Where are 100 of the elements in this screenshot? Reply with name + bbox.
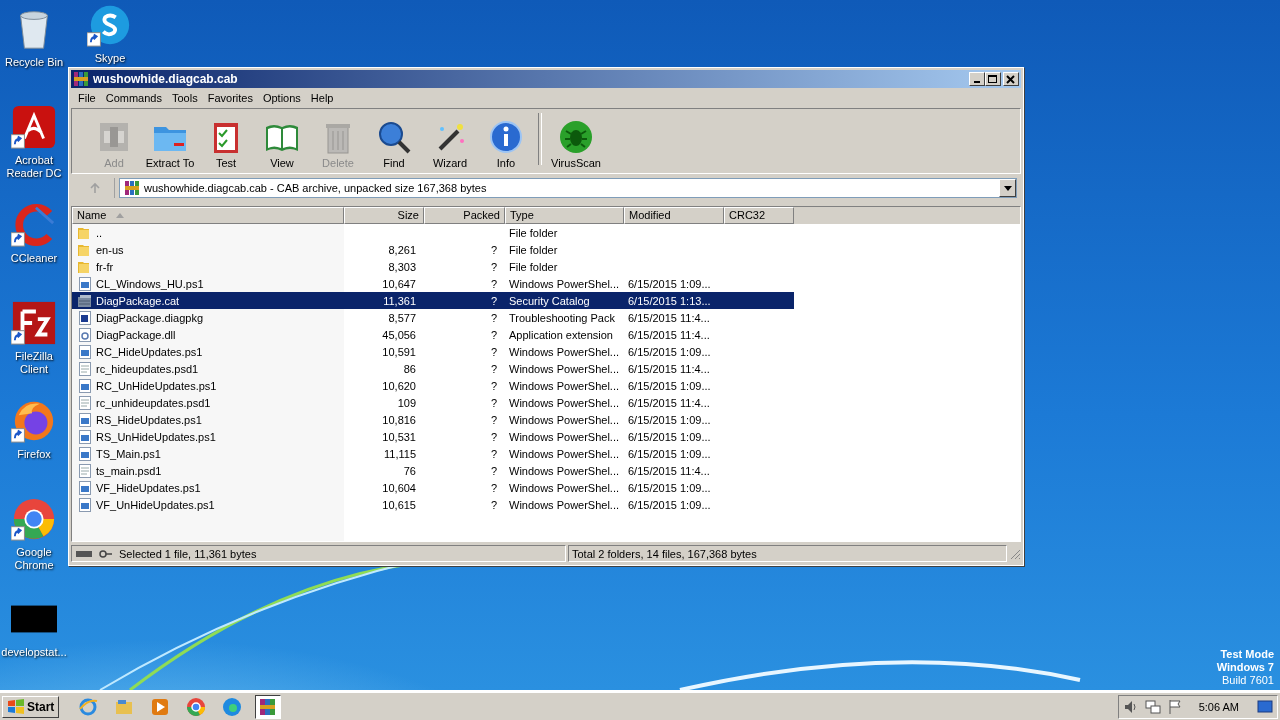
- file-row[interactable]: TS_Main.ps1 11,115 ? Windows PowerShel... 6/15/2015 1:09...: [72, 445, 794, 462]
- file-row[interactable]: .. File folder: [72, 224, 794, 241]
- file-row[interactable]: VF_UnHideUpdates.ps1 10,615 ? Windows PowerShel... 6/15/2015 1:09...: [72, 496, 794, 513]
- table-cell: 10,816: [382, 413, 416, 426]
- toolbar-button[interactable]: VirusScan: [548, 119, 604, 169]
- filezilla-icon[interactable]: [11, 300, 57, 346]
- file-name: CL_Windows_HU.ps1: [96, 277, 204, 290]
- file-row[interactable]: DiagPackage.dll 45,056 ? Application extension 6/15/2015 11:4...: [72, 326, 794, 343]
- table-cell: ?: [490, 328, 497, 341]
- chrome-icon[interactable]: [11, 496, 57, 542]
- file-row[interactable]: rc_hideupdates.psd1 86 ? Windows PowerShel... 6/15/2015 11:4...: [72, 360, 794, 377]
- minimize-button[interactable]: [969, 72, 985, 86]
- show-desktop-icon[interactable]: [1257, 699, 1273, 714]
- file-name: RS_HideUpdates.ps1: [96, 413, 202, 426]
- desktop-icon-label[interactable]: Firefox: [17, 448, 51, 461]
- file-icon: [77, 428, 93, 445]
- file-row[interactable]: RC_UnHideUpdates.ps1 10,620 ? Windows PowerShel... 6/15/2015 1:09...: [72, 377, 794, 394]
- file-row[interactable]: CL_Windows_HU.ps1 10,647 ? Windows PowerShel... 6/15/2015 1:09...: [72, 275, 794, 292]
- table-cell: 8,303: [388, 260, 416, 273]
- menu-item[interactable]: Options: [257, 92, 306, 104]
- file-name: VF_HideUpdates.ps1: [96, 481, 201, 494]
- file-name: rc_hideupdates.psd1: [96, 362, 199, 375]
- maximize-button[interactable]: [985, 72, 1001, 86]
- file-name: rc_unhideupdates.psd1: [96, 396, 211, 409]
- column-header[interactable]: Size: [344, 207, 424, 224]
- find-icon: [376, 119, 412, 155]
- table-cell: ?: [490, 277, 497, 290]
- file-icon: [77, 309, 93, 326]
- file-row[interactable]: DiagPackage.cat 11,361 ? Security Catalog 6/15/2015 1:13...: [72, 292, 794, 309]
- clock[interactable]: 5:06 AM: [1198, 700, 1239, 713]
- menu-item[interactable]: Favorites: [202, 92, 258, 104]
- table-cell: ?: [490, 430, 497, 443]
- flag-icon[interactable]: [1166, 698, 1183, 715]
- table-cell: Windows PowerShel...: [509, 498, 620, 511]
- network-icon[interactable]: [1144, 698, 1161, 715]
- table-cell: 6/15/2015 1:09...: [628, 430, 711, 443]
- column-header[interactable]: Modified: [624, 207, 724, 224]
- desktop-icon-label[interactable]: Acrobat Reader DC: [0, 154, 68, 180]
- toolbar-button[interactable]: Find: [366, 119, 422, 169]
- start-button[interactable]: Start: [2, 695, 60, 718]
- menu-item[interactable]: Commands: [100, 92, 167, 104]
- app-icon: [73, 71, 89, 87]
- table-cell: 10,604: [382, 481, 416, 494]
- menu-item[interactable]: Help: [305, 92, 339, 104]
- taskbar-app-button[interactable]: [255, 694, 282, 719]
- column-header[interactable]: Name: [72, 207, 344, 224]
- file-icon: [77, 343, 93, 360]
- toolbar-button[interactable]: Test: [198, 119, 254, 169]
- column-header[interactable]: CRC32: [724, 207, 794, 224]
- file-row[interactable]: DiagPackage.diagpkg 8,577 ? Troubleshooting Pack 6/15/2015 11:4...: [72, 309, 794, 326]
- acrobat-icon[interactable]: [11, 104, 57, 150]
- desktop-icon-label[interactable]: Recycle Bin: [4, 56, 64, 69]
- menu-item[interactable]: File: [73, 92, 101, 104]
- file-name: ts_main.psd1: [96, 464, 162, 477]
- desktop-icon-label[interactable]: Skype: [94, 52, 126, 65]
- column-header[interactable]: Packed: [424, 207, 505, 224]
- address-field[interactable]: wushowhide.diagcab.cab - CAB archive, unpacked size 167,368 bytes: [119, 178, 1017, 198]
- file-name: DiagPackage.diagpkg: [96, 311, 204, 324]
- table-cell: Windows PowerShel...: [509, 447, 620, 460]
- resize-grip-icon[interactable]: [1009, 547, 1021, 560]
- toolbar-button[interactable]: Wizard: [422, 119, 478, 169]
- file-row[interactable]: ts_main.psd1 76 ? Windows PowerShel... 6/15/2015 11:4...: [72, 462, 794, 479]
- column-header[interactable]: Type: [505, 207, 624, 224]
- desktop-icon-label[interactable]: FileZilla Client: [0, 350, 68, 376]
- file-icon: [77, 360, 93, 377]
- file-row[interactable]: en-us 8,261 ? File folder: [72, 241, 794, 258]
- desktop-icon-label[interactable]: Google Chrome: [0, 546, 68, 572]
- file-name: TS_Main.ps1: [96, 447, 161, 460]
- edge-icon: [222, 696, 243, 717]
- table-cell: Application extension: [509, 328, 613, 341]
- table-cell: 6/15/2015 1:13...: [628, 294, 711, 307]
- chrome-icon: [186, 696, 207, 717]
- file-icon: [77, 462, 93, 479]
- table-cell: File folder: [509, 243, 558, 256]
- file-row[interactable]: RC_HideUpdates.ps1 10,591 ? Windows PowerShel... 6/15/2015 1:09...: [72, 343, 794, 360]
- file-name: DiagPackage.dll: [96, 328, 176, 341]
- table-cell: 8,577: [388, 311, 416, 324]
- file-name: RC_UnHideUpdates.ps1: [96, 379, 217, 392]
- file-row[interactable]: VF_HideUpdates.ps1 10,604 ? Windows PowerShel... 6/15/2015 1:09...: [72, 479, 794, 496]
- table-cell: 10,531: [382, 430, 416, 443]
- toolbar-button[interactable]: Extract To: [142, 119, 198, 169]
- dropdown-arrow-icon[interactable]: [1003, 185, 1012, 191]
- table-cell: 11,115: [384, 447, 416, 460]
- file-row[interactable]: RS_HideUpdates.ps1 10,816 ? Windows PowerShel... 6/15/2015 1:09...: [72, 411, 794, 428]
- toolbar-button[interactable]: View: [254, 119, 310, 169]
- desktop-icon-label[interactable]: CCleaner: [10, 252, 58, 265]
- table-cell: 6/15/2015 11:4...: [628, 464, 710, 477]
- media-icon: [150, 696, 171, 717]
- table-cell: ?: [490, 243, 497, 256]
- toolbar-button[interactable]: Info: [478, 119, 534, 169]
- table-cell: 11,361: [383, 294, 416, 307]
- ccleaner-icon[interactable]: [11, 202, 57, 248]
- table-cell: 109: [397, 396, 416, 409]
- file-row[interactable]: RS_UnHideUpdates.ps1 10,531 ? Windows PowerShel... 6/15/2015 1:09...: [72, 428, 794, 445]
- menu-item[interactable]: Tools: [167, 92, 203, 104]
- table-cell: Windows PowerShel...: [509, 362, 620, 375]
- table-cell: Windows PowerShel...: [509, 345, 620, 358]
- file-row[interactable]: rc_unhideupdates.psd1 109 ? Windows PowerShel... 6/15/2015 11:4...: [72, 394, 794, 411]
- close-button[interactable]: [1003, 72, 1019, 86]
- file-row[interactable]: fr-fr 8,303 ? File folder: [72, 258, 794, 275]
